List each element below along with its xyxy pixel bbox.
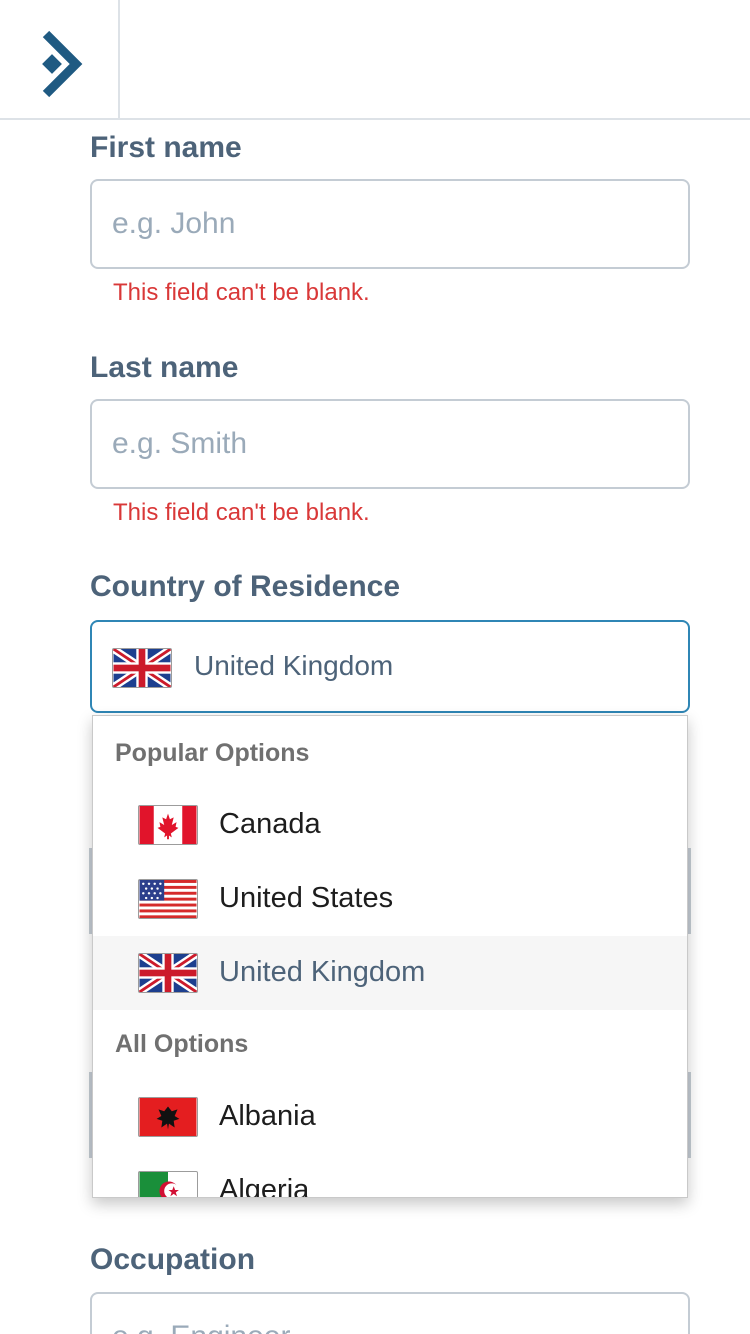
option-albania[interactable]: Albania — [93, 1080, 687, 1154]
flag-albania-icon — [138, 1097, 198, 1137]
option-united-states[interactable]: United States — [93, 862, 687, 936]
occupation-input[interactable] — [92, 1294, 688, 1334]
option-algeria[interactable]: Algeria — [93, 1154, 687, 1198]
option-canada[interactable]: Canada — [93, 788, 687, 862]
first-name-input[interactable] — [92, 181, 688, 267]
logo-cell[interactable] — [0, 0, 120, 118]
country-selected-value: United Kingdom — [194, 650, 394, 681]
option-label: Albania — [219, 1100, 316, 1132]
last-name-input[interactable] — [92, 401, 688, 487]
occupation-field[interactable] — [90, 1292, 690, 1334]
flag-uk-icon — [112, 648, 172, 688]
option-label: Canada — [219, 808, 321, 840]
flag-uk-icon — [138, 953, 198, 993]
option-label: United Kingdom — [219, 956, 426, 988]
last-name-field[interactable] — [90, 399, 690, 489]
option-label: United States — [219, 882, 394, 914]
occupation-label: Occupation — [90, 1243, 256, 1276]
popular-options-heading: Popular Options — [115, 739, 310, 767]
flag-us-icon — [138, 879, 198, 919]
flag-canada-icon — [138, 805, 198, 845]
country-label: Country of Residence — [90, 570, 401, 603]
country-select[interactable]: United Kingdom — [90, 620, 690, 713]
last-name-error: This field can't be blank. — [113, 499, 370, 526]
brand-logo-icon — [42, 30, 83, 98]
first-name-error: This field can't be blank. — [113, 279, 370, 306]
first-name-field[interactable] — [90, 179, 690, 269]
flag-algeria-icon — [138, 1171, 198, 1197]
last-name-label: Last name — [90, 351, 239, 384]
option-united-kingdom[interactable]: United Kingdom — [93, 936, 687, 1010]
option-label: Algeria — [219, 1174, 310, 1198]
country-dropdown[interactable]: Popular Options Canada United States Uni… — [92, 715, 688, 1198]
top-bar — [0, 0, 750, 120]
all-options-heading: All Options — [115, 1030, 249, 1058]
first-name-label: First name — [90, 131, 242, 164]
